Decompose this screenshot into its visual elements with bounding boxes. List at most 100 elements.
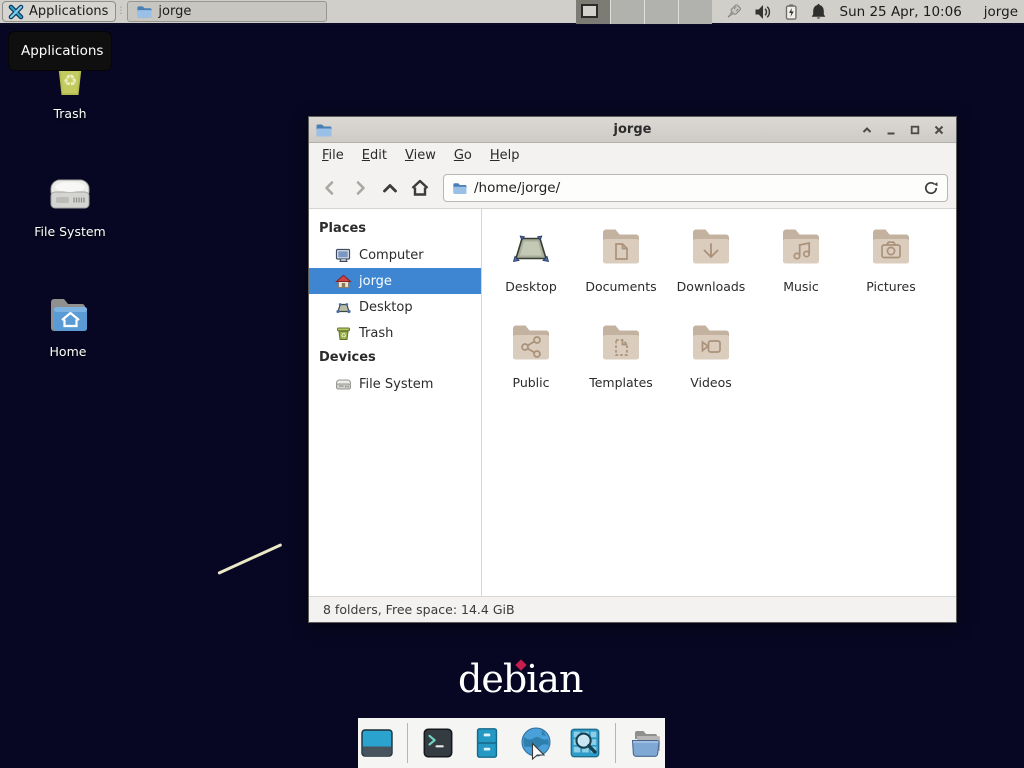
show-desktop-launcher[interactable] bbox=[358, 724, 396, 762]
shade-button[interactable] bbox=[859, 122, 875, 138]
public-folder-icon bbox=[507, 319, 555, 367]
desktop-folder-icon bbox=[507, 223, 555, 271]
panel-clock[interactable]: Sun 25 Apr, 10:06 bbox=[840, 4, 962, 20]
menu-help[interactable]: Help bbox=[481, 145, 529, 166]
taskbar-window-label: jorge bbox=[158, 4, 191, 19]
status-text: 8 folders, Free space: 14.4 GiB bbox=[323, 602, 515, 617]
file-cabinet-icon bbox=[470, 726, 504, 760]
maximize-button[interactable] bbox=[907, 122, 923, 138]
videos-folder-icon bbox=[687, 319, 735, 367]
menu-file[interactable]: File bbox=[313, 145, 353, 166]
sidebar-item-label: Computer bbox=[359, 248, 424, 263]
workspace-3[interactable] bbox=[644, 0, 678, 24]
dock bbox=[358, 718, 665, 768]
menu-view[interactable]: View bbox=[396, 145, 445, 166]
sidebar-item-trash[interactable]: ♻ Trash bbox=[309, 320, 481, 346]
terminal-launcher[interactable] bbox=[419, 724, 457, 762]
sidebar-item-file-system[interactable]: File System bbox=[309, 371, 481, 397]
applications-menu-button[interactable]: Applications bbox=[2, 1, 116, 22]
sidebar-item-label: Trash bbox=[359, 326, 393, 341]
templates-folder-icon bbox=[597, 319, 645, 367]
home-button[interactable] bbox=[407, 175, 433, 201]
file-cabinet-launcher[interactable] bbox=[468, 724, 506, 762]
volume-icon[interactable] bbox=[753, 2, 773, 22]
minimize-button[interactable] bbox=[883, 122, 899, 138]
terminal-icon bbox=[421, 726, 455, 760]
desktop-icon bbox=[335, 299, 352, 316]
back-button[interactable] bbox=[317, 175, 343, 201]
folder-icon bbox=[136, 4, 152, 19]
file-manager-launcher[interactable] bbox=[627, 724, 665, 762]
titlebar[interactable]: jorge bbox=[309, 117, 956, 143]
show-desktop-icon bbox=[359, 725, 395, 761]
sidebar-item-jorge[interactable]: jorge bbox=[309, 268, 481, 294]
bell-icon[interactable] bbox=[809, 2, 828, 22]
web-browser-launcher[interactable] bbox=[517, 724, 555, 762]
desktop-icon-file-system[interactable]: File System bbox=[24, 172, 116, 239]
location-path: /home/jorge/ bbox=[474, 180, 560, 196]
desktop-icon-home[interactable]: Home bbox=[22, 292, 114, 359]
workspace-switcher[interactable] bbox=[576, 0, 712, 24]
folder-label: Pictures bbox=[866, 279, 916, 294]
folder-label: Videos bbox=[690, 375, 732, 390]
folder-item-documents[interactable]: Documents bbox=[576, 223, 666, 319]
downloads-folder-icon bbox=[687, 223, 735, 271]
file-manager-window: jorge File Edit View Go Help bbox=[308, 116, 957, 623]
battery-icon[interactable] bbox=[782, 2, 800, 22]
home-icon bbox=[335, 273, 352, 290]
close-button[interactable] bbox=[931, 122, 947, 138]
application-finder-icon bbox=[568, 726, 602, 760]
taskbar-window-button[interactable]: jorge bbox=[127, 1, 327, 22]
sidebar-item-label: Desktop bbox=[359, 300, 413, 315]
xfce-logo-icon bbox=[8, 4, 24, 20]
forward-button[interactable] bbox=[347, 175, 373, 201]
sidebar-item-label: File System bbox=[359, 377, 433, 392]
top-panel: Applications ⋮⋮ jorge bbox=[0, 0, 1024, 25]
debian-logo: debian bbox=[458, 660, 582, 698]
dock-separator bbox=[407, 723, 408, 763]
folder-item-public[interactable]: Public bbox=[486, 319, 576, 415]
panel-separator-handle[interactable]: ⋮⋮ bbox=[116, 7, 124, 16]
cable-icon[interactable] bbox=[724, 2, 744, 22]
workspace-1[interactable] bbox=[576, 0, 610, 24]
desktop-stray-line bbox=[217, 543, 282, 575]
menubar: File Edit View Go Help bbox=[309, 143, 956, 168]
workspace-2[interactable] bbox=[610, 0, 644, 24]
application-finder-launcher[interactable] bbox=[566, 724, 604, 762]
folder-icon bbox=[452, 181, 467, 195]
location-bar[interactable]: /home/jorge/ bbox=[443, 174, 948, 202]
music-folder-icon bbox=[777, 223, 825, 271]
folder-item-desktop[interactable]: Desktop bbox=[486, 223, 576, 319]
sidebar-item-label: jorge bbox=[359, 274, 392, 289]
reload-icon[interactable] bbox=[923, 180, 939, 196]
applications-tooltip: Applications bbox=[8, 31, 112, 71]
desktop-icon-label: File System bbox=[34, 224, 106, 239]
toolbar: /home/jorge/ bbox=[309, 168, 956, 209]
file-view[interactable]: Desktop Documents bbox=[482, 209, 956, 596]
folder-label: Downloads bbox=[677, 279, 746, 294]
statusbar: 8 folders, Free space: 14.4 GiB bbox=[309, 596, 956, 622]
folder-item-templates[interactable]: Templates bbox=[576, 319, 666, 415]
web-browser-icon bbox=[518, 725, 554, 761]
menu-edit[interactable]: Edit bbox=[353, 145, 396, 166]
dock-separator bbox=[615, 723, 616, 763]
folder-item-videos[interactable]: Videos bbox=[666, 319, 756, 415]
folder-label: Public bbox=[513, 375, 550, 390]
folder-label: Templates bbox=[589, 375, 653, 390]
tooltip-text: Applications bbox=[21, 43, 103, 59]
applications-menu-label: Applications bbox=[29, 4, 108, 19]
svg-text:♻: ♻ bbox=[63, 71, 77, 90]
panel-username[interactable]: jorge bbox=[984, 4, 1018, 20]
sidebar-item-computer[interactable]: Computer bbox=[309, 242, 481, 268]
workspace-4[interactable] bbox=[678, 0, 712, 24]
folder-label: Documents bbox=[585, 279, 656, 294]
menu-go[interactable]: Go bbox=[445, 145, 481, 166]
folder-item-pictures[interactable]: Pictures bbox=[846, 223, 936, 319]
sidebar-item-desktop[interactable]: Desktop bbox=[309, 294, 481, 320]
folder-item-music[interactable]: Music bbox=[756, 223, 846, 319]
drive-icon bbox=[47, 172, 93, 218]
trash-icon: ♻ bbox=[335, 325, 352, 342]
folder-item-downloads[interactable]: Downloads bbox=[666, 223, 756, 319]
folder-label: Desktop bbox=[505, 279, 557, 294]
up-button[interactable] bbox=[377, 175, 403, 201]
